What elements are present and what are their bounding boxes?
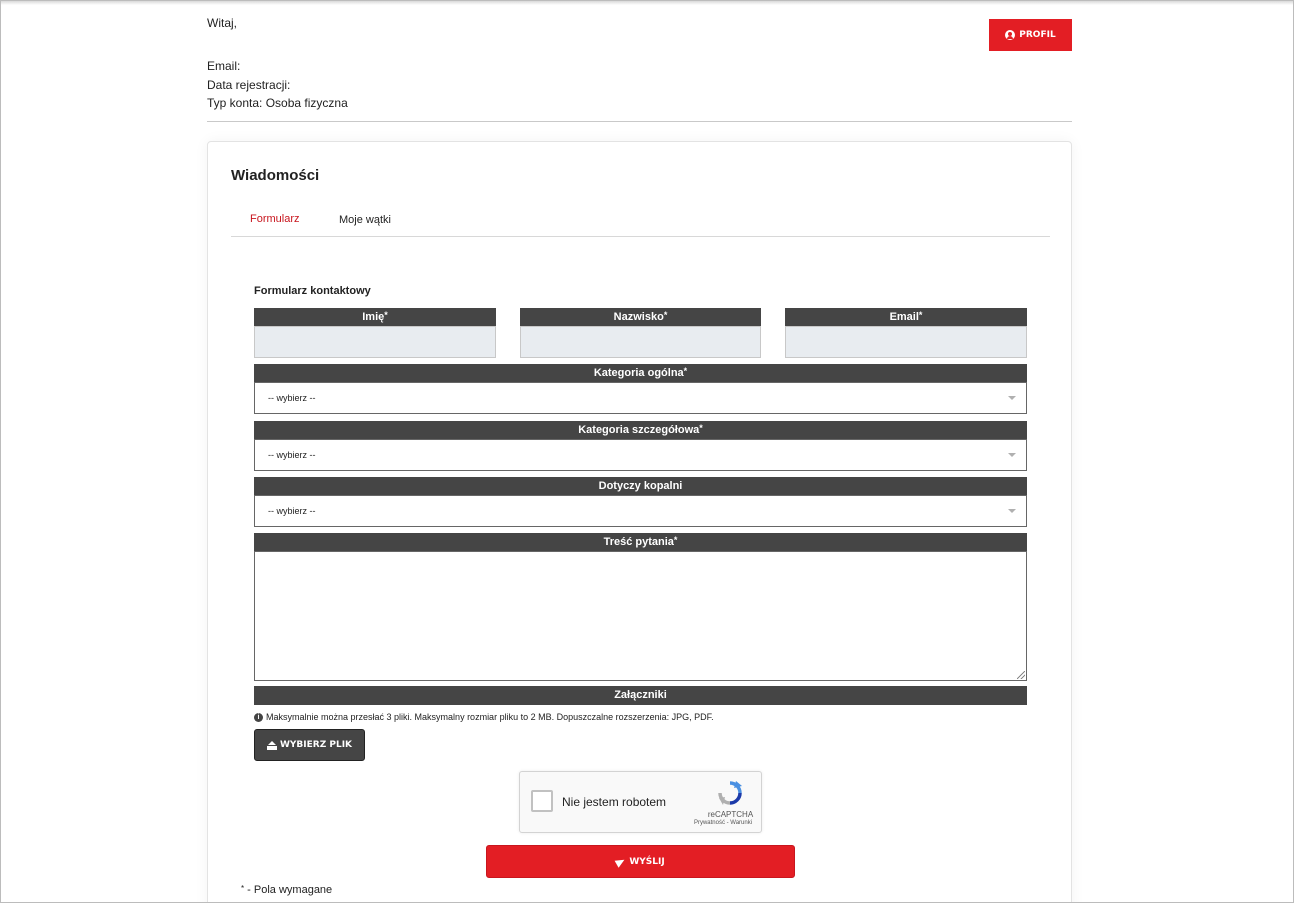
- form-title: Formularz kontaktowy: [254, 285, 371, 297]
- dropdown-arrow-icon: [1008, 509, 1016, 513]
- recaptcha-label: Nie jestem robotem: [562, 795, 667, 809]
- mine-label: Dotyczy kopalni: [254, 477, 1027, 496]
- email-label: Email*: [785, 308, 1027, 327]
- top-shadow: [1, 1, 1293, 5]
- recaptcha-widget: Nie jestem robotem reCAPTCHA Prywatność …: [519, 771, 762, 833]
- page-frame: Witaj, Email: Data rejestracji: Typ kont…: [0, 0, 1294, 903]
- general-category-value: -- wybierz --: [268, 393, 316, 403]
- tabs-divider: [231, 236, 1050, 237]
- recaptcha-terms-link[interactable]: Prywatność - Warunki: [688, 820, 758, 826]
- question-textarea[interactable]: [254, 551, 1027, 681]
- last-name-label: Nazwisko*: [520, 308, 761, 327]
- recaptcha-logo-icon: [718, 781, 742, 805]
- dropdown-arrow-icon: [1008, 396, 1016, 400]
- general-category-select[interactable]: -- wybierz --: [254, 382, 1027, 414]
- detailed-category-select[interactable]: -- wybierz --: [254, 439, 1027, 471]
- user-email: Email:: [207, 59, 241, 73]
- resize-grip-icon[interactable]: [1017, 671, 1025, 679]
- profile-button-label: PROFIL: [1019, 30, 1056, 40]
- attachments-hint-text: Maksymalnie można przesłać 3 pliki. Maks…: [266, 712, 714, 722]
- user-account-type: Typ konta: Osoba fizyczna: [207, 96, 348, 110]
- tab-my-threads-label: Moje wątki: [339, 213, 391, 226]
- tab-my-threads[interactable]: Moje wątki: [320, 202, 410, 237]
- required-fields-note: * - Pola wymagane: [241, 884, 333, 896]
- greeting: Witaj,: [207, 16, 237, 30]
- mine-value: -- wybierz --: [268, 506, 316, 516]
- paper-plane-icon: [614, 855, 627, 868]
- user-registration-date: Data rejestracji:: [207, 78, 291, 92]
- choose-file-label: WYBIERZ PLIK: [279, 740, 353, 750]
- recaptcha-brand: reCAPTCHA: [707, 810, 754, 819]
- send-button-label: WYŚLIJ: [629, 856, 665, 867]
- detailed-category-label: Kategoria szczegółowa*: [254, 421, 1027, 440]
- email-input[interactable]: [785, 326, 1027, 358]
- messages-card: Wiadomości Formularz Moje wątki Formular…: [207, 141, 1072, 902]
- header-divider: [207, 121, 1072, 122]
- attachments-hint: i Maksymalnie można przesłać 3 pliki. Ma…: [254, 712, 714, 722]
- upload-icon: [266, 740, 277, 750]
- first-name-input[interactable]: [254, 326, 496, 358]
- attachments-label: Załączniki: [254, 686, 1027, 705]
- tab-form-label: Formularz: [250, 213, 300, 225]
- tab-form[interactable]: Formularz: [231, 202, 320, 237]
- send-button[interactable]: WYŚLIJ: [486, 845, 795, 878]
- first-name-label: Imię*: [254, 308, 496, 327]
- question-label: Treść pytania*: [254, 533, 1027, 552]
- card-title: Wiadomości: [231, 167, 320, 184]
- general-category-label: Kategoria ogólna*: [254, 364, 1027, 383]
- recaptcha-checkbox[interactable]: [531, 790, 553, 812]
- last-name-input[interactable]: [520, 326, 761, 358]
- profile-button[interactable]: PROFIL: [989, 19, 1072, 51]
- dropdown-arrow-icon: [1008, 453, 1016, 457]
- detailed-category-value: -- wybierz --: [268, 450, 316, 460]
- user-circle-icon: [1005, 30, 1016, 40]
- mine-select[interactable]: -- wybierz --: [254, 495, 1027, 527]
- choose-file-button[interactable]: WYBIERZ PLIK: [254, 729, 365, 761]
- info-icon: i: [254, 712, 263, 722]
